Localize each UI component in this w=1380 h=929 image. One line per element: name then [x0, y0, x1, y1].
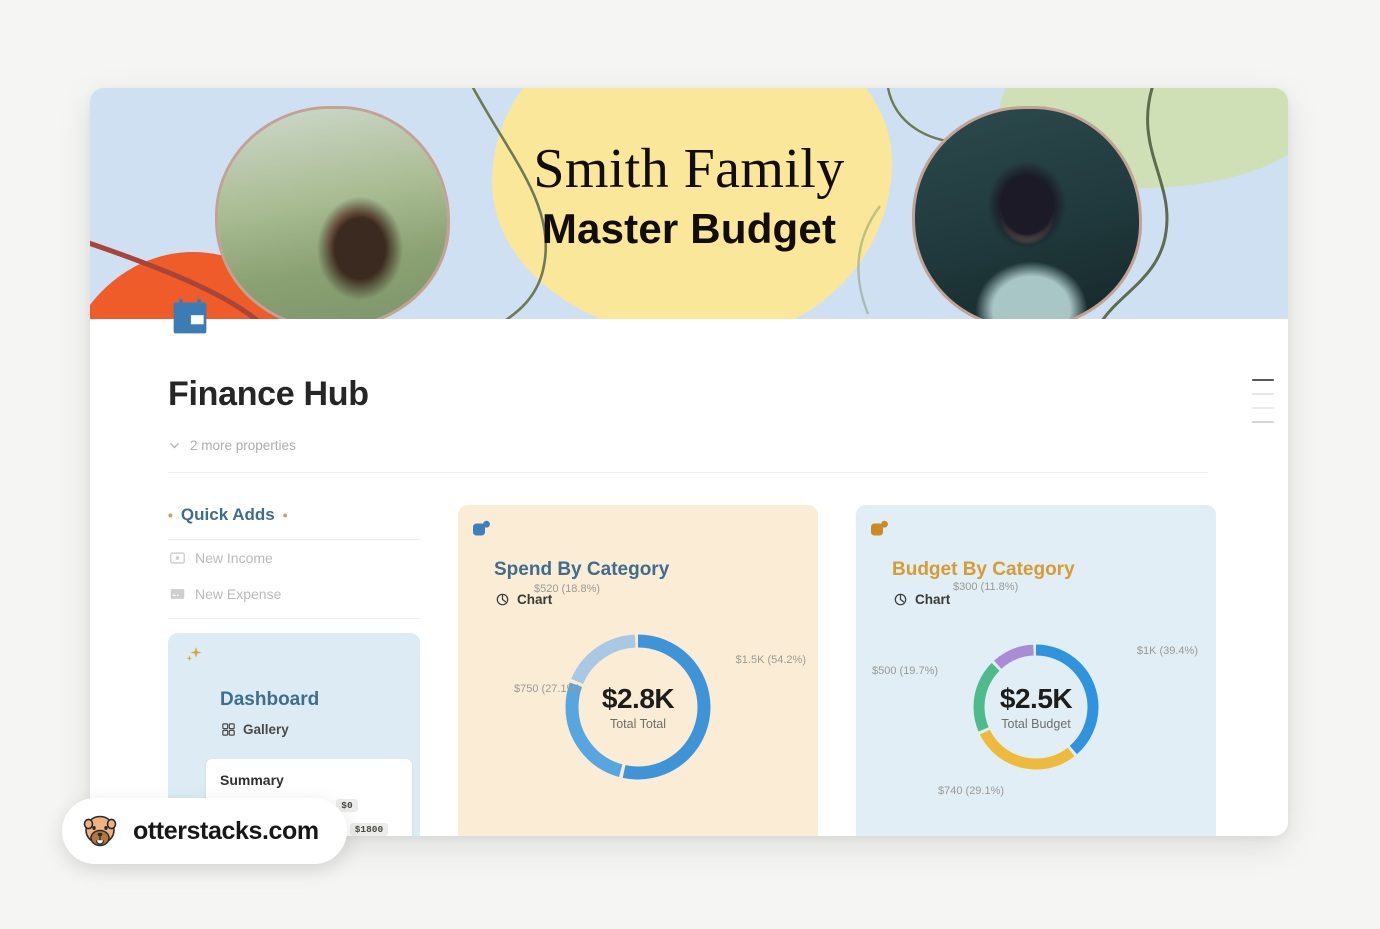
- app-window: Smith Family Master Budget Finance Hub 2…: [90, 88, 1288, 836]
- budget-label-transportation: $500 (19.7%): [872, 665, 939, 677]
- budget-donut-center: $2.5K Total Budget: [956, 627, 1116, 787]
- quick-adds-column: • Quick Adds • New Income New Expense Da…: [168, 505, 420, 836]
- budget-donut-area: $2.5K Total Budget $300 (11.8%) $1K (39.…: [872, 581, 1198, 811]
- spend-donut-center: $2.8K Total Total: [558, 627, 718, 787]
- pie-chart-icon: [496, 593, 509, 606]
- card-icon: [170, 589, 185, 599]
- budget-view-label: Chart: [915, 592, 951, 607]
- spend-total-value: $2.8K: [601, 683, 675, 714]
- quick-add-label: New Income: [195, 550, 273, 566]
- spend-donut-area: $2.8K Total Total $520 (18.8%) $1.5K (54…: [478, 583, 806, 811]
- page-title: Finance Hub: [168, 375, 369, 413]
- quick-adds-heading: • Quick Adds •: [168, 505, 420, 525]
- spend-by-category-card[interactable]: Spend By Category Chart $2.8K Total Tota…: [458, 505, 818, 836]
- quick-adds-label: Quick Adds: [180, 505, 275, 524]
- screenshot-root: Smith Family Master Budget Finance Hub 2…: [0, 0, 1380, 929]
- budget-by-category-card[interactable]: Budget By Category Chart $2.5K Total Bud…: [856, 505, 1216, 836]
- blue-app-icon: [473, 520, 490, 536]
- budget-card-title: Budget By Category: [892, 559, 1075, 580]
- budget-label-food: $740 (29.1%): [938, 785, 1005, 797]
- dashboard-title: Dashboard: [220, 689, 320, 710]
- page-cover-banner[interactable]: Smith Family Master Budget: [90, 88, 1288, 319]
- bullet-dot-icon: •: [282, 507, 288, 523]
- summary-heading: Summary: [220, 772, 284, 788]
- budget-view-selector[interactable]: Chart: [894, 592, 1196, 607]
- budget-label-rent: $1K (39.4%): [1136, 645, 1198, 657]
- banknote-icon: [170, 552, 185, 564]
- watermark-text: otterstacks.com: [133, 816, 319, 845]
- gold-app-icon: [871, 520, 888, 536]
- budget-total-value: $2.5K: [999, 683, 1073, 714]
- watermark-badge[interactable]: otterstacks.com: [62, 798, 347, 864]
- page-divider: [168, 472, 1208, 473]
- content-columns: • Quick Adds • New Income New Expense Da…: [168, 505, 1216, 836]
- quick-add-new-income[interactable]: New Income: [168, 540, 420, 576]
- bullet-dot-icon: •: [168, 507, 173, 523]
- calendar-icon[interactable]: [168, 297, 212, 337]
- banner-photo-right: [912, 106, 1142, 319]
- banner-photo-left: [215, 106, 450, 319]
- summary-value: $1800: [349, 823, 389, 836]
- gallery-grid-icon: [222, 723, 235, 736]
- spend-total-label: Total Total: [609, 717, 667, 731]
- more-properties-label: 2 more properties: [190, 438, 296, 453]
- spend-label-rent: $1.5K (54.2%): [735, 654, 806, 666]
- pie-chart-icon: [894, 593, 907, 606]
- spend-card-title: Spend By Category: [494, 559, 670, 580]
- otter-logo-icon: [83, 815, 117, 847]
- sparkle-icon: [186, 647, 202, 662]
- dashboard-view-label: Gallery: [243, 722, 289, 737]
- budget-total-label: Total Budget: [1001, 717, 1071, 731]
- page-body: Finance Hub 2 more properties • Quick Ad…: [90, 298, 1288, 836]
- budget-label-misc: $300 (11.8%): [953, 581, 1019, 593]
- spend-label-food: $750 (27.1%): [514, 683, 581, 695]
- more-properties-toggle[interactable]: 2 more properties: [168, 438, 1210, 453]
- quick-adds-rule-bottom: [168, 618, 420, 619]
- spend-label-transportation: $520 (18.8%): [534, 583, 601, 595]
- chevron-down-icon: [170, 442, 179, 449]
- quick-add-new-expense[interactable]: New Expense: [168, 576, 420, 612]
- dashboard-view-selector[interactable]: Gallery: [222, 722, 400, 737]
- quick-add-label: New Expense: [195, 586, 282, 602]
- page-side-marks: [1252, 379, 1274, 423]
